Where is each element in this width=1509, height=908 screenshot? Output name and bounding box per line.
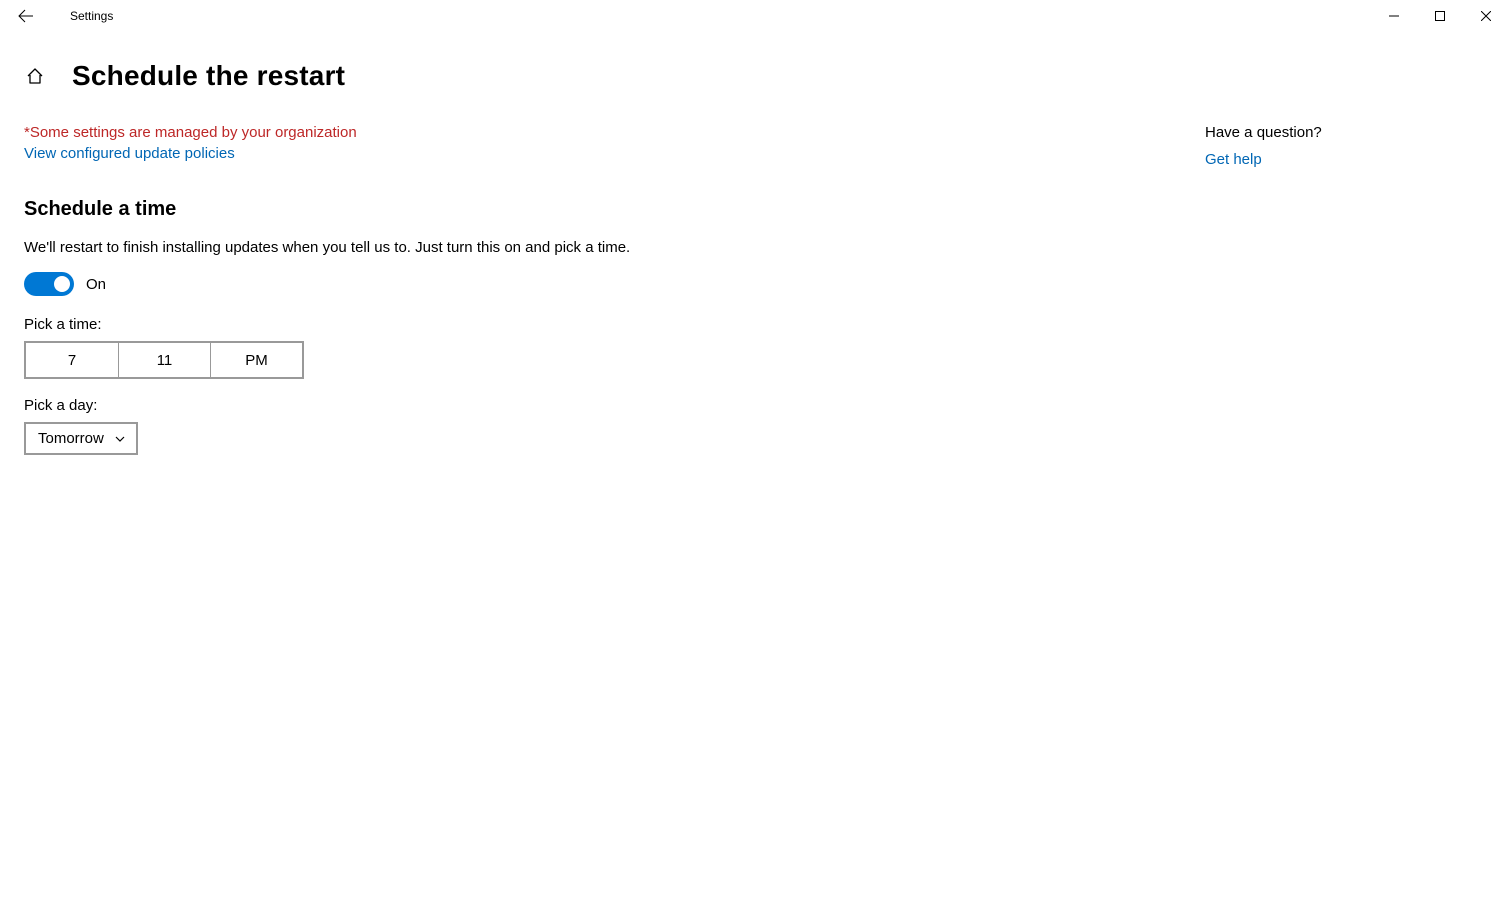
- aside: Have a question? Get help: [1205, 124, 1485, 455]
- home-icon: [25, 66, 45, 86]
- day-value: Tomorrow: [38, 430, 104, 447]
- page-header: Schedule the restart: [0, 32, 1509, 108]
- chevron-down-icon: [114, 433, 126, 445]
- view-policies-link[interactable]: View configured update policies: [24, 145, 1024, 162]
- time-hour[interactable]: 7: [26, 343, 118, 377]
- minimize-icon: [1389, 11, 1399, 21]
- section-title: Schedule a time: [24, 198, 1024, 221]
- day-picker[interactable]: Tomorrow: [24, 422, 138, 455]
- time-label: Pick a time:: [24, 316, 1024, 333]
- toggle-knob: [54, 276, 70, 292]
- toggle-state-label: On: [86, 276, 106, 293]
- time-ampm[interactable]: PM: [210, 343, 302, 377]
- maximize-button[interactable]: [1417, 0, 1463, 32]
- titlebar: Settings: [0, 0, 1509, 32]
- schedule-toggle[interactable]: [24, 272, 74, 296]
- maximize-icon: [1435, 11, 1445, 21]
- app-name: Settings: [70, 9, 113, 23]
- day-label: Pick a day:: [24, 397, 1024, 414]
- toggle-row: On: [24, 272, 1024, 296]
- close-icon: [1481, 11, 1491, 21]
- get-help-link[interactable]: Get help: [1205, 151, 1445, 168]
- minimize-button[interactable]: [1371, 0, 1417, 32]
- organization-notice: *Some settings are managed by your organ…: [24, 124, 1024, 141]
- page-title: Schedule the restart: [72, 60, 345, 92]
- close-button[interactable]: [1463, 0, 1509, 32]
- home-button[interactable]: [24, 65, 46, 87]
- main-content: *Some settings are managed by your organ…: [24, 124, 1024, 455]
- arrow-left-icon: [18, 8, 34, 24]
- back-button[interactable]: [16, 6, 36, 26]
- time-picker[interactable]: 7 11 PM: [24, 341, 304, 379]
- aside-heading: Have a question?: [1205, 124, 1445, 141]
- time-minute[interactable]: 11: [118, 343, 210, 377]
- window-controls: [1371, 0, 1509, 32]
- section-description: We'll restart to finish installing updat…: [24, 239, 1024, 256]
